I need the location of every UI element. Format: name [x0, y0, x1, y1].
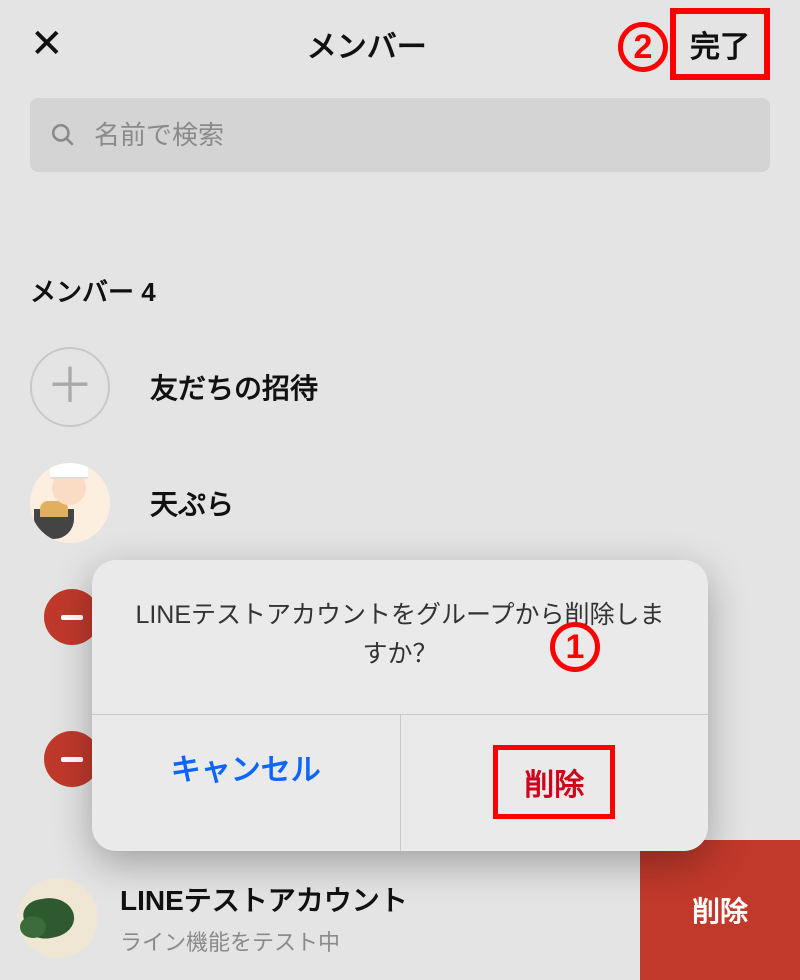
avatar [18, 878, 98, 958]
close-button[interactable]: ✕ [30, 24, 64, 64]
invite-label: 友だちの招待 [150, 367, 318, 407]
section-heading: メンバー 4 [30, 272, 770, 309]
member-count: 4 [141, 277, 155, 307]
search-field[interactable] [30, 98, 770, 172]
delete-button[interactable]: 削除 [401, 715, 709, 851]
row-delete-button[interactable]: 削除 [640, 840, 800, 980]
search-input[interactable] [94, 120, 750, 151]
member-name: 天ぷら [150, 483, 234, 523]
invite-friends-row[interactable]: ＋ 友だちの招待 [0, 329, 800, 445]
section-heading-text: メンバー [30, 277, 134, 307]
dialog-message: LINEテストアカウントをグループから削除しますか？ [92, 560, 708, 715]
header-bar: ✕ メンバー 完了 [0, 0, 800, 88]
done-button[interactable]: 完了 [670, 8, 770, 80]
member-name: LINEテストアカウント [120, 879, 408, 919]
dialog-actions: キャンセル 削除 [92, 715, 708, 851]
member-row[interactable]: 天ぷら [0, 445, 800, 561]
delete-button-label: 削除 [493, 745, 615, 819]
annotation-marker-1: 1 [550, 622, 600, 672]
confirm-dialog: LINEテストアカウントをグループから削除しますか？ キャンセル 削除 [92, 560, 708, 851]
page-title: メンバー [307, 22, 427, 66]
search-icon [50, 122, 76, 148]
member-status: ライン機能をテスト中 [120, 925, 408, 957]
avatar [30, 463, 110, 543]
plus-icon: ＋ [30, 347, 110, 427]
cancel-button[interactable]: キャンセル [92, 715, 401, 851]
annotation-marker-2: 2 [618, 22, 668, 72]
member-text-block: LINEテストアカウント ライン機能をテスト中 [120, 879, 408, 957]
